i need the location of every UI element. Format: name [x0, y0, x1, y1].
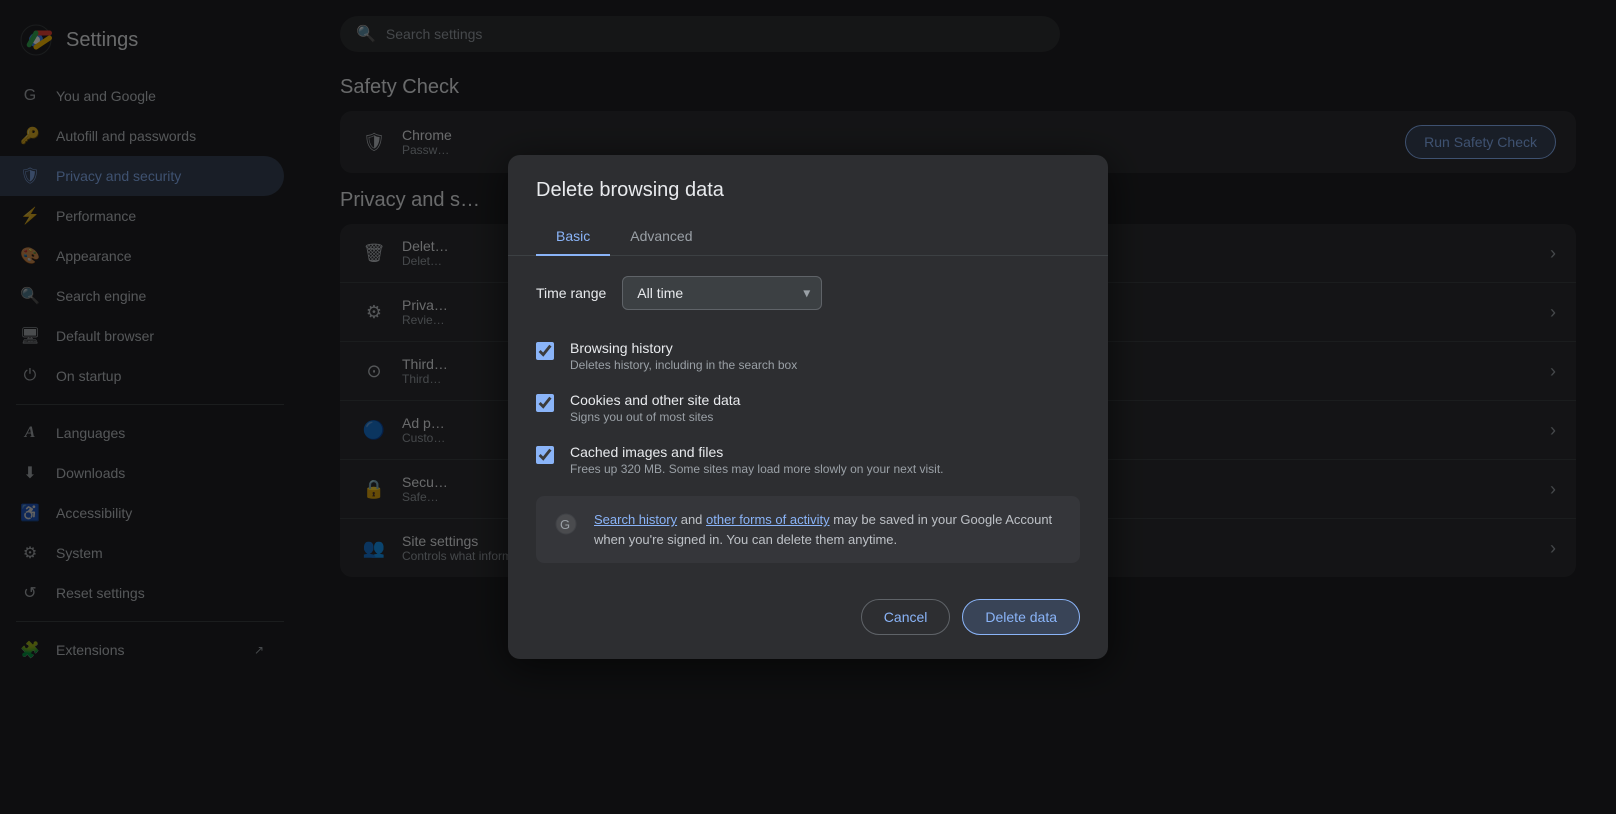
info-text-mid: and — [681, 512, 706, 527]
cookies-checkbox[interactable] — [536, 394, 554, 412]
time-range-select-wrap: Last hour Last 24 hours Last 7 days Last… — [622, 276, 822, 310]
browsing-history-checkbox[interactable] — [536, 342, 554, 360]
cookies-text: Cookies and other site data Signs you ou… — [570, 392, 740, 424]
cookies-label: Cookies and other site data — [570, 392, 740, 408]
cached-label: Cached images and files — [570, 444, 943, 460]
time-range-label: Time range — [536, 285, 606, 301]
delete-data-button[interactable]: Delete data — [962, 599, 1080, 635]
cached-sub: Frees up 320 MB. Some sites may load mor… — [570, 462, 943, 476]
tab-basic[interactable]: Basic — [536, 218, 610, 256]
cancel-button[interactable]: Cancel — [861, 599, 951, 635]
checkbox-browsing-history: Browsing history Deletes history, includ… — [536, 330, 1080, 382]
dialog-title: Delete browsing data — [508, 155, 1108, 218]
checkbox-cached: Cached images and files Frees up 320 MB.… — [536, 434, 1080, 486]
dialog-overlay: Delete browsing data Basic Advanced Time… — [0, 0, 1616, 814]
info-box-text: Search history and other forms of activi… — [594, 510, 1064, 549]
dialog-tabs: Basic Advanced — [508, 218, 1108, 256]
browsing-history-sub: Deletes history, including in the search… — [570, 358, 797, 372]
browsing-history-label: Browsing history — [570, 340, 797, 356]
checkbox-cookies: Cookies and other site data Signs you ou… — [536, 382, 1080, 434]
dialog-body: Time range Last hour Last 24 hours Last … — [508, 256, 1108, 583]
time-range-select[interactable]: Last hour Last 24 hours Last 7 days Last… — [622, 276, 822, 310]
info-box: G Search history and other forms of acti… — [536, 496, 1080, 563]
delete-browsing-data-dialog: Delete browsing data Basic Advanced Time… — [508, 155, 1108, 659]
dialog-footer: Cancel Delete data — [508, 583, 1108, 659]
google-icon-svg: G — [555, 513, 577, 535]
search-history-link[interactable]: Search history — [594, 512, 677, 527]
time-range-row: Time range Last hour Last 24 hours Last … — [536, 276, 1080, 310]
browsing-history-text: Browsing history Deletes history, includ… — [570, 340, 797, 372]
other-forms-link[interactable]: other forms of activity — [706, 512, 830, 527]
cached-text: Cached images and files Frees up 320 MB.… — [570, 444, 943, 476]
cookies-sub: Signs you out of most sites — [570, 410, 740, 424]
tab-advanced[interactable]: Advanced — [610, 218, 712, 256]
cached-checkbox[interactable] — [536, 446, 554, 464]
google-account-icon: G — [552, 510, 580, 538]
svg-text:G: G — [560, 517, 570, 532]
